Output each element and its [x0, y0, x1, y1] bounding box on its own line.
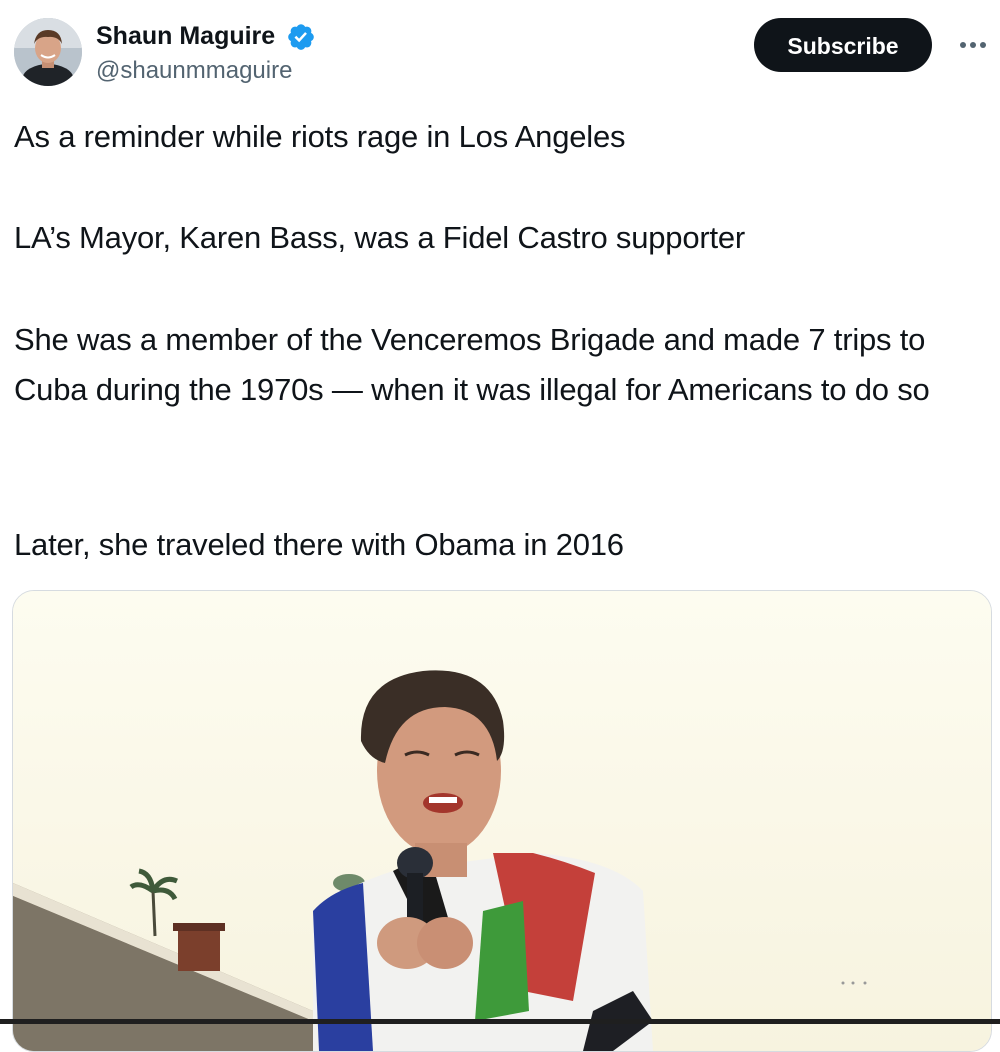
verified-badge-icon: [288, 24, 314, 50]
photo-image: [13, 591, 991, 1051]
bottom-edge-bar: [0, 1019, 1000, 1024]
profile-photo-icon: [14, 18, 82, 86]
tweet-paragraph: She was a member of the Venceremos Briga…: [14, 322, 930, 407]
tweet-paragraph: LA’s Mayor, Karen Bass, was a Fidel Cast…: [14, 220, 746, 255]
avatar[interactable]: [14, 18, 82, 86]
tweet-paragraph: As a reminder while riots rage in Los An…: [14, 119, 626, 154]
tweet-paragraph: Later, she traveled there with Obama in …: [14, 527, 624, 562]
more-options-icon: [960, 42, 986, 48]
subscribe-button[interactable]: Subscribe: [754, 18, 932, 72]
tweet-photo[interactable]: [12, 590, 992, 1052]
author-handle[interactable]: @shaunmmaguire: [96, 56, 292, 86]
more-options-button[interactable]: [952, 28, 994, 62]
display-name[interactable]: Shaun Maguire: [96, 20, 275, 52]
